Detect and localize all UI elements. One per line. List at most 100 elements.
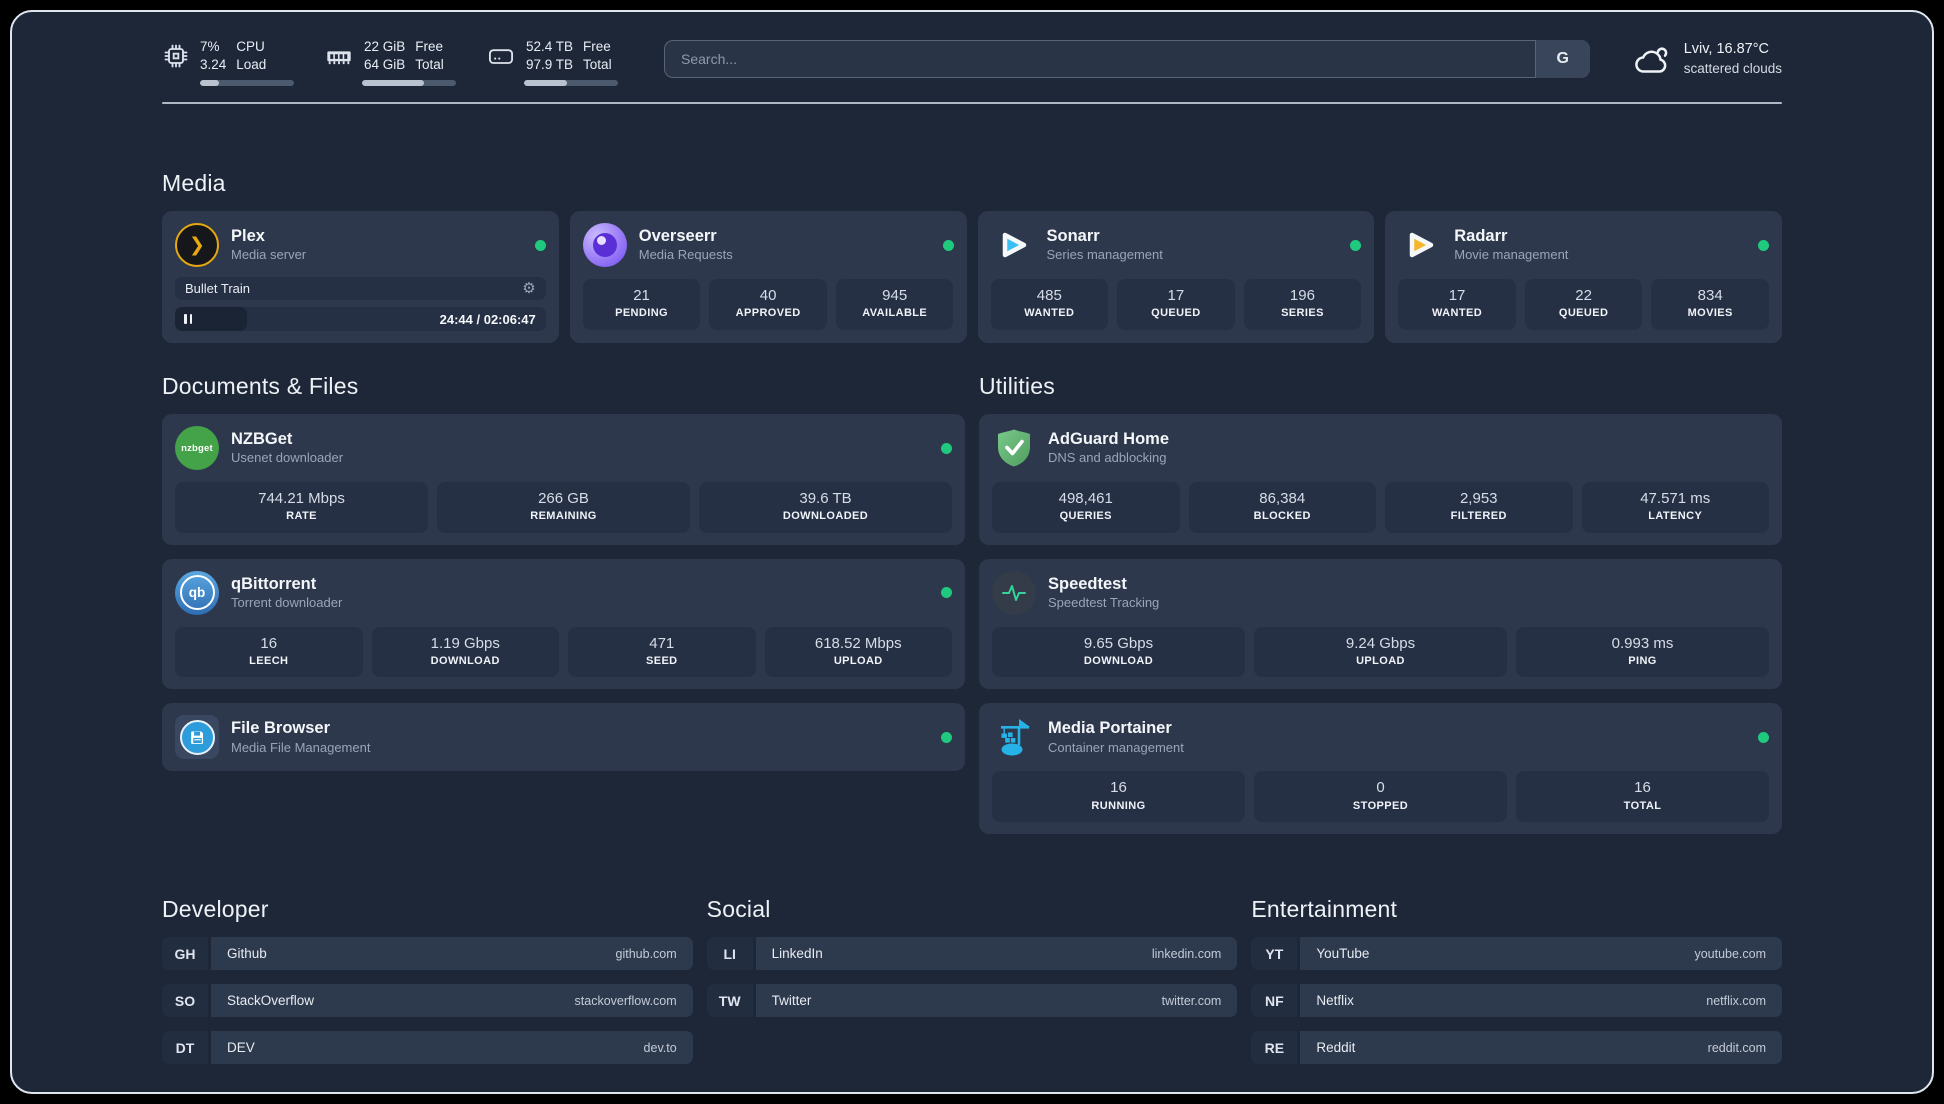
ram-icon <box>327 50 351 64</box>
cpu-label: CPU <box>236 39 265 54</box>
bookmark-item[interactable]: TW Twitter twitter.com <box>706 984 1238 1018</box>
stat-label: RUNNING <box>1091 799 1146 812</box>
bookmark-name: DEV <box>227 1040 255 1056</box>
media-cards-row: ❯ Plex Media server Bullet Train ⚙ 24:44… <box>162 211 1782 344</box>
status-dot <box>941 587 952 599</box>
stat-box: 17 WANTED <box>1398 279 1516 330</box>
bookmark-link[interactable]: YouTube youtube.com <box>1300 937 1783 971</box>
app-title: File Browser <box>231 719 331 738</box>
stat-box: 86,384 BLOCKED <box>1188 482 1376 533</box>
stat-value: 16 <box>1110 779 1127 797</box>
status-dot <box>941 731 952 743</box>
app-subtitle: Series management <box>1046 247 1163 263</box>
bookmark-link[interactable]: Github github.com <box>211 937 693 971</box>
bookmark-abbr: YT <box>1251 937 1298 971</box>
bookmark-item[interactable]: GH Github github.com <box>162 937 693 971</box>
stat-label: SEED <box>645 654 678 667</box>
stat-label: MOVIES <box>1687 307 1733 320</box>
bookmark-url: dev.to <box>643 1040 677 1055</box>
pause-icon[interactable] <box>184 314 192 325</box>
top-bar: 7% 3.24 CPU Load 22 GiB 64 GiB Free Tota… <box>162 38 1782 87</box>
bookmark-abbr: GH <box>162 937 208 971</box>
disk-free-label: Free <box>583 39 611 54</box>
ram-total-value: 64 GiB <box>364 56 406 72</box>
bookmark-item[interactable]: LI LinkedIn linkedin.com <box>706 937 1238 971</box>
stat-box: 16 TOTAL <box>1516 771 1769 823</box>
stat-value: 39.6 TB <box>799 490 852 508</box>
app-title: AdGuard Home <box>1048 429 1170 448</box>
playback-progress: 24:44 / 02:06:47 <box>175 307 546 332</box>
cpu-load-label: Load <box>236 56 267 72</box>
settings-icon[interactable]: ⚙ <box>522 281 535 296</box>
stat-value: 0.993 ms <box>1611 634 1674 652</box>
bookmark-item[interactable]: YT YouTube youtube.com <box>1251 937 1783 971</box>
status-dot <box>534 239 546 251</box>
stat-box: 9.24 Gbps UPLOAD <box>1254 626 1507 678</box>
bookmark-item[interactable]: NF Netflix netflix.com <box>1251 984 1783 1018</box>
stat-value: 266 GB <box>538 490 589 508</box>
stat-box: 196 SERIES <box>1243 279 1362 330</box>
documents-column: Documents & Files nzbget NZBGet Usenet d… <box>162 373 965 834</box>
app-card-sonarr[interactable]: Sonarr Series management 485 WANTED 17 Q… <box>977 211 1375 344</box>
stat-label: QUEUED <box>1558 307 1609 320</box>
bookmark-item[interactable]: RE Reddit reddit.com <box>1251 1031 1783 1065</box>
app-card-nzbget[interactable]: nzbget NZBGet Usenet downloader 744.21 M… <box>162 414 965 545</box>
search-input[interactable] <box>664 40 1590 78</box>
app-card-radarr[interactable]: Radarr Movie management 17 WANTED 22 QUE… <box>1385 211 1782 344</box>
stat-value: 618.52 Mbps <box>814 634 902 652</box>
stat-label: LEECH <box>249 654 289 667</box>
search-engine-button[interactable]: G <box>1534 40 1590 78</box>
stat-label: PENDING <box>615 307 668 320</box>
app-subtitle: Movie management <box>1454 247 1569 263</box>
stat-label: STOPPED <box>1352 799 1409 812</box>
playback-progress-fill <box>175 307 248 332</box>
stats-row: 17 WANTED 22 QUEUED 834 MOVIES <box>1398 279 1769 330</box>
app-card-speedtest[interactable]: Speedtest Speedtest Tracking 9.65 Gbps D… <box>979 558 1782 690</box>
app-card-plex[interactable]: ❯ Plex Media server Bullet Train ⚙ 24:44… <box>162 211 559 344</box>
bookmark-item[interactable]: SO StackOverflow stackoverflow.com <box>162 984 693 1018</box>
bookmark-link[interactable]: StackOverflow stackoverflow.com <box>211 984 693 1018</box>
stat-label: UPLOAD <box>1356 654 1405 667</box>
stat-box: 40 APPROVED <box>709 279 827 330</box>
bookmark-link[interactable]: LinkedIn linkedin.com <box>755 937 1238 971</box>
app-card-qbittorrent[interactable]: qb qBittorrent Torrent downloader 16 LEE… <box>162 558 965 690</box>
stat-box: 16 RUNNING <box>992 771 1245 823</box>
app-subtitle: Container management <box>1048 739 1184 755</box>
app-title: NZBGet <box>231 429 293 448</box>
stat-label: LATENCY <box>1648 510 1703 523</box>
bookmark-item[interactable]: DT DEV dev.to <box>162 1031 693 1065</box>
stat-box: 47.571 ms LATENCY <box>1581 482 1769 533</box>
bookmark-link[interactable]: DEV dev.to <box>211 1031 693 1065</box>
status-dot <box>942 239 954 251</box>
stat-value: 834 <box>1697 287 1723 305</box>
app-card-filebrowser[interactable]: File Browser Media File Management <box>162 703 965 772</box>
radarr-icon <box>1410 232 1434 258</box>
stat-value: 16 <box>260 634 278 652</box>
bookmark-link[interactable]: Twitter twitter.com <box>755 984 1238 1018</box>
bookmark-url: linkedin.com <box>1151 946 1222 961</box>
bookmark-url: stackoverflow.com <box>574 993 677 1008</box>
bookmark-list: GH Github github.com SO StackOverflow st… <box>162 937 693 1065</box>
disk-total-value: 97.9 TB <box>526 56 574 72</box>
stat-value: 86,384 <box>1259 490 1306 508</box>
overseerr-icon <box>582 223 627 268</box>
bookmark-link[interactable]: Netflix netflix.com <box>1300 984 1783 1018</box>
header-divider <box>162 102 1782 105</box>
app-subtitle: Torrent downloader <box>231 595 343 610</box>
ram-free-label: Free <box>415 39 444 54</box>
stat-value: 0 <box>1376 779 1385 797</box>
bookmark-name: Twitter <box>771 993 812 1009</box>
bookmark-link[interactable]: Reddit reddit.com <box>1300 1031 1783 1065</box>
adguard-icon <box>998 429 1030 467</box>
app-card-overseerr[interactable]: Overseerr Media Requests 21 PENDING 40 A… <box>569 211 967 344</box>
stat-box: 1.19 Gbps DOWNLOAD <box>371 626 559 678</box>
stat-box: 16 LEECH <box>175 626 363 678</box>
filebrowser-icon <box>175 715 219 760</box>
app-card-portainer[interactable]: Media Portainer Container management 16 … <box>979 703 1782 835</box>
app-card-adguard[interactable]: AdGuard Home DNS and adblocking 498,461 … <box>979 414 1782 545</box>
stat-box: 498,461 QUERIES <box>992 482 1180 533</box>
bookmark-name: LinkedIn <box>771 946 823 962</box>
stat-value: 744.21 Mbps <box>258 490 345 508</box>
stat-value: 498,461 <box>1058 490 1113 508</box>
stat-box: 22 QUEUED <box>1524 279 1643 330</box>
